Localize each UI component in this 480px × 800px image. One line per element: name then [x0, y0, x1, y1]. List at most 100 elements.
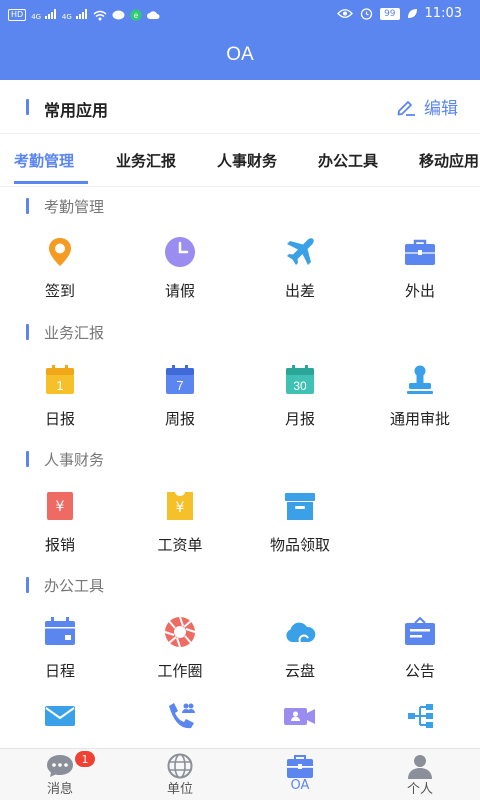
app-label: 物品领取 — [269, 536, 330, 554]
group-title-office-tools: 办公工具 — [44, 577, 105, 595]
app-announcement[interactable]: 公告 — [360, 616, 480, 706]
globe-icon — [167, 753, 193, 779]
app-item-collection[interactable]: 物品领取 — [240, 490, 360, 580]
wifi-icon — [93, 10, 107, 20]
app-organization[interactable] — [360, 700, 480, 748]
app-salary-slip[interactable]: ¥ 工资单 — [120, 490, 240, 580]
app-schedule[interactable]: 日程 — [0, 616, 120, 706]
app-label: 请假 — [164, 282, 195, 300]
nav-label: 个人 — [406, 782, 433, 797]
app-label: 日报 — [44, 410, 75, 428]
briefcase-icon — [405, 239, 435, 265]
chat-bubble-icon — [112, 10, 125, 19]
nav-oa[interactable]: OA — [240, 749, 360, 800]
tab-hr-finance[interactable]: 人事财务 — [217, 150, 277, 171]
app-label: 外出 — [404, 282, 435, 300]
app-general-approval[interactable]: 通用审批 — [360, 364, 480, 454]
page-title: OA — [226, 44, 254, 65]
currency-symbol: ¥ — [56, 499, 65, 515]
app-reimbursement[interactable]: ¥ 报销 — [0, 490, 120, 580]
cloud-status-icon — [146, 10, 160, 19]
app-leave[interactable]: 请假 — [120, 236, 240, 326]
nav-organization[interactable]: 单位 — [120, 749, 240, 800]
section-accent-bar — [26, 99, 29, 115]
yuan-receipt-icon: ¥ — [47, 492, 73, 520]
location-pin-icon — [49, 238, 71, 266]
tab-mobile-apps[interactable]: 移动应用 — [419, 150, 479, 171]
app-label: 出差 — [284, 282, 315, 300]
aperture-icon — [164, 616, 196, 648]
app-cloud-disk[interactable]: 云盘 — [240, 616, 360, 706]
tab-attendance[interactable]: 考勤管理 — [14, 150, 74, 171]
eye-icon — [337, 9, 353, 18]
group-title-hr-finance: 人事财务 — [44, 451, 105, 469]
edit-label: 编辑 — [424, 99, 458, 119]
calendar-7-icon: 7 — [166, 365, 194, 394]
bottom-navigation: 1 消息 单位 OA 个人 — [0, 748, 480, 800]
app-video-meeting[interactable] — [240, 700, 360, 748]
pencil-icon — [397, 100, 415, 116]
app-monthly-report[interactable]: 30 月报 — [240, 364, 360, 454]
app-label: 工资单 — [157, 536, 203, 554]
oa-briefcase-icon — [287, 755, 313, 778]
unread-badge: 1 — [74, 750, 96, 768]
app-mail[interactable] — [0, 700, 120, 748]
app-label: 通用审批 — [389, 410, 450, 428]
divider — [0, 186, 480, 187]
battery-indicator: 99 — [380, 7, 400, 20]
app-label: 日程 — [44, 662, 75, 680]
app-weekly-report[interactable]: 7 周报 — [120, 364, 240, 454]
stamp-icon — [407, 365, 433, 394]
tab-business-report[interactable]: 业务汇报 — [116, 150, 176, 171]
mail-icon — [45, 706, 75, 726]
nav-label: 消息 — [46, 782, 73, 797]
group-accent-bar — [26, 451, 29, 467]
video-meeting-icon — [284, 708, 315, 725]
app-go-out[interactable]: 外出 — [360, 236, 480, 326]
group-title-business-report: 业务汇报 — [44, 324, 105, 342]
app-label: 报销 — [44, 536, 75, 554]
app-daily-report[interactable]: 1 日报 — [0, 364, 120, 454]
app-label: 云盘 — [284, 662, 315, 680]
box-icon — [285, 493, 315, 520]
clock-time: 11:03 — [424, 6, 462, 21]
common-apps-header: 常用应用 编辑 — [0, 80, 480, 134]
group-accent-bar — [26, 324, 29, 340]
tab-office-tools[interactable]: 办公工具 — [318, 150, 378, 171]
calendar-day-number: 7 — [176, 378, 183, 393]
app-label: 工作圈 — [157, 662, 203, 680]
app-header: OA — [0, 30, 480, 80]
signal-icon: 4G — [62, 8, 88, 22]
network-type-label: 4G — [31, 13, 42, 21]
app-contacts[interactable] — [120, 700, 240, 748]
currency-symbol: ¥ — [176, 500, 185, 516]
calendar-day-number: 30 — [293, 379, 307, 393]
clock-icon — [165, 237, 195, 267]
nav-label: 单位 — [166, 782, 193, 797]
announcement-icon — [405, 616, 435, 645]
app-label: 周报 — [164, 410, 195, 428]
nav-personal[interactable]: 个人 — [360, 749, 480, 800]
calendar-1-icon: 1 — [46, 365, 74, 394]
app-work-circle[interactable]: 工作圈 — [120, 616, 240, 706]
app-sign-in[interactable]: 签到 — [0, 236, 120, 326]
signal-icon: 4G — [31, 8, 57, 22]
app-business-trip[interactable]: 出差 — [240, 236, 360, 326]
person-icon — [408, 755, 432, 779]
app-label: 公告 — [404, 662, 435, 680]
group-accent-bar — [26, 198, 29, 214]
schedule-icon — [45, 617, 75, 645]
group-title-attendance: 考勤管理 — [44, 198, 105, 216]
alarm-icon — [360, 8, 373, 20]
salary-slip-icon: ¥ — [167, 492, 193, 520]
edit-button[interactable]: 编辑 — [396, 94, 458, 119]
nav-messages[interactable]: 1 消息 — [0, 749, 120, 800]
nav-label: OA — [290, 778, 310, 793]
phone-contacts-icon — [169, 703, 195, 729]
common-apps-title: 常用应用 — [44, 101, 109, 120]
message-icon — [47, 755, 73, 777]
status-bar: HD 4G 4G e 99 11:03 — [0, 0, 480, 30]
hd-badge: HD — [8, 9, 27, 21]
cloud-icon — [286, 622, 316, 643]
app-label: 签到 — [44, 282, 75, 300]
